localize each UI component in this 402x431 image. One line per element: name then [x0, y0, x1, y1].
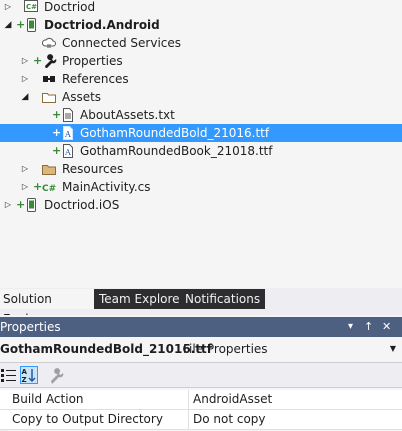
connected-services-icon	[42, 37, 56, 48]
svg-text:C#: C#	[42, 184, 56, 194]
property-name: Build Action	[12, 392, 84, 406]
tree-item-properties[interactable]: ▷ + Properties	[0, 52, 402, 70]
properties-toolbar: AZ	[0, 362, 402, 388]
chevron-down-icon[interactable]: ▼	[390, 339, 396, 359]
property-row[interactable]: Build Action AndroidAsset	[0, 390, 402, 410]
csharp-project-icon: C#	[24, 0, 38, 12]
tree-item-doctriod[interactable]: ▷ C# Doctriod	[0, 0, 402, 16]
svg-text:Z: Z	[22, 376, 27, 384]
object-type: File Properties	[183, 342, 268, 356]
pending-add-icon: +	[52, 144, 62, 157]
tool-window-tabs: Solution Explorer Team Explorer Notifica…	[0, 289, 402, 326]
tree-item-label: Resources	[62, 162, 124, 176]
property-name: Copy to Output Directory	[12, 412, 163, 426]
tree-item-label: Assets	[62, 90, 102, 104]
tree-item-label: Doctriod.Android	[44, 18, 160, 32]
folder-icon	[42, 93, 56, 103]
tree-item-resources[interactable]: ▷ Resources	[0, 160, 402, 178]
object-selector[interactable]: GothamRoundedBold_21016.ttf File Propert…	[0, 339, 402, 359]
pending-add-icon: +	[33, 180, 43, 193]
object-name: GothamRoundedBold_21016.ttf	[0, 342, 212, 356]
csharp-file-icon: C#	[42, 184, 56, 194]
tree-item-label: Properties	[62, 54, 123, 68]
wrench-icon	[45, 54, 57, 68]
tab-team-explorer[interactable]: Team Explorer	[94, 289, 190, 309]
pending-add-icon: +	[33, 54, 43, 67]
tree-item-label: References	[62, 72, 129, 86]
tree-item-label: Connected Services	[62, 36, 182, 50]
folder-icon	[42, 165, 56, 175]
font-file-icon: A	[63, 126, 73, 140]
tree-item-label: GothamRoundedBold_21016.ttf	[80, 126, 270, 140]
tree-item-gotham-book[interactable]: + A GothamRoundedBook_21018.ttf	[0, 142, 402, 160]
expand-arrow-icon[interactable]: ▷	[20, 160, 30, 178]
pending-add-icon: +	[16, 198, 26, 211]
tree-item-gotham-bold[interactable]: + A GothamRoundedBold_21016.ttf	[0, 124, 402, 142]
tree-item-label: Doctriod.iOS	[44, 198, 120, 212]
window-position-dropdown-icon[interactable]: ▾	[348, 317, 353, 337]
svg-text:C#: C#	[26, 3, 37, 11]
tree-item-assets[interactable]: ◢ Assets	[0, 88, 402, 106]
categorized-icon[interactable]	[0, 366, 18, 384]
pending-add-icon: +	[52, 108, 62, 121]
column-divider[interactable]	[188, 410, 189, 429]
expand-arrow-icon[interactable]: ▷	[3, 196, 13, 214]
solution-explorer-tree: ▷ C# Doctriod ◢ + Doctriod.Android Conne…	[0, 0, 402, 288]
expand-arrow-icon[interactable]: ▷	[20, 178, 30, 196]
tab-solution-explorer[interactable]: Solution Explorer	[0, 289, 98, 326]
pending-add-icon: +	[52, 126, 62, 139]
expand-arrow-icon[interactable]: ▷	[20, 70, 30, 88]
expand-arrow-icon[interactable]: ▷	[20, 52, 30, 70]
tree-item-references[interactable]: ▷ References	[0, 70, 402, 88]
property-grid: Build Action AndroidAsset Copy to Output…	[0, 390, 402, 430]
text-file-icon	[63, 108, 73, 122]
tree-item-mainactivity[interactable]: ▷ + C# MainActivity.cs	[0, 178, 402, 196]
tree-item-doctriod-android[interactable]: ◢ + Doctriod.Android	[0, 16, 402, 34]
expand-arrow-icon[interactable]: ▷	[3, 0, 13, 16]
tree-item-label: MainActivity.cs	[62, 180, 151, 194]
close-icon[interactable]: ✕	[382, 317, 391, 337]
tree-item-aboutassets[interactable]: + AboutAssets.txt	[0, 106, 402, 124]
property-row[interactable]: Copy to Output Directory Do not copy	[0, 410, 402, 430]
svg-text:A: A	[64, 148, 71, 157]
properties-window: Properties ▾ ↑ ✕ GothamRoundedBold_21016…	[0, 315, 402, 431]
pending-add-icon: +	[16, 18, 26, 31]
pin-icon[interactable]: ↑	[364, 317, 373, 337]
svg-text:A: A	[64, 130, 71, 139]
properties-title-bar: Properties ▾ ↑ ✕	[0, 317, 402, 337]
font-file-icon: A	[63, 144, 73, 158]
ios-project-icon	[27, 198, 36, 212]
property-pages-icon[interactable]	[48, 366, 66, 384]
svg-text:A: A	[22, 368, 28, 376]
collapse-arrow-icon[interactable]: ◢	[20, 88, 30, 106]
tab-notifications[interactable]: Notifications	[180, 289, 266, 309]
tree-item-connected-services[interactable]: Connected Services	[0, 34, 402, 52]
properties-title: Properties	[0, 320, 61, 334]
tree-item-label: Doctriod	[44, 0, 96, 14]
alphabetical-sort-icon[interactable]: AZ	[20, 366, 38, 384]
references-icon	[43, 76, 55, 82]
tree-item-label: GothamRoundedBook_21018.ttf	[80, 144, 273, 158]
tree-item-label: AboutAssets.txt	[80, 108, 175, 122]
column-divider[interactable]	[188, 390, 189, 409]
android-project-icon	[27, 18, 36, 32]
property-value[interactable]: AndroidAsset	[193, 390, 272, 409]
tree-item-doctriod-ios[interactable]: ▷ + Doctriod.iOS	[0, 196, 402, 214]
property-value[interactable]: Do not copy	[193, 410, 266, 429]
collapse-arrow-icon[interactable]: ◢	[3, 16, 13, 34]
